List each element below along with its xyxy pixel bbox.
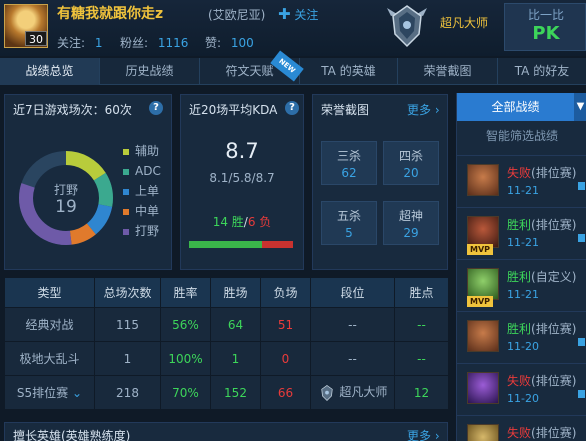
follow-button[interactable]: ✚ 关注 bbox=[278, 5, 318, 23]
champion-icon bbox=[467, 320, 499, 352]
pk-button[interactable]: 比一比 PK bbox=[504, 3, 586, 51]
champion-icon bbox=[467, 372, 499, 404]
legend-item: 打野 bbox=[123, 221, 161, 241]
win-loss-summary: 14 胜/6 负 bbox=[212, 215, 272, 229]
tab-friends[interactable]: TA 的好友 bbox=[498, 58, 586, 85]
table-header-row: 类型 总场次数 胜率 胜场 负场 段位 胜点 bbox=[4, 277, 449, 308]
honor-title: 荣誉截图 bbox=[321, 103, 370, 117]
master-rank-small-icon bbox=[320, 384, 333, 401]
legend-swatch bbox=[123, 168, 129, 175]
recent-games-title: 近7日游戏场次：60次 bbox=[13, 103, 132, 117]
legend-swatch bbox=[123, 208, 129, 215]
rank-cell: 超凡大师 bbox=[310, 375, 395, 410]
heroes-panel-title: 擅长英雄(英雄熟练度) bbox=[13, 429, 131, 441]
honor-panel: 荣誉截图 更多 › 三杀 62 四杀 20 五杀 5 超神 29 bbox=[312, 94, 448, 270]
honor-legendary: 超神 29 bbox=[383, 201, 439, 245]
legend-swatch bbox=[123, 148, 129, 155]
table-row: 极地大乱斗 1 100% 1 0 -- -- bbox=[4, 341, 449, 376]
win-bar-fill bbox=[189, 241, 262, 248]
match-list-sidebar: 全部战绩 ▼ 智能筛选战绩 失败(排位赛) 11-21 MVP 胜利(排位赛) … bbox=[456, 93, 586, 441]
match-item[interactable]: 胜利(排位赛) 11-20 bbox=[457, 311, 586, 363]
match-item[interactable]: 失败(排位赛) bbox=[457, 415, 586, 441]
master-rank-emblem-icon bbox=[387, 5, 427, 48]
win-loss-bar bbox=[189, 241, 293, 248]
chevron-right-icon: › bbox=[431, 429, 440, 441]
detail-icon[interactable] bbox=[578, 390, 585, 398]
column-header: 段位 bbox=[310, 277, 395, 308]
honor-penta-kill: 五杀 5 bbox=[321, 201, 377, 245]
table-row: 经典对战 115 56% 64 51 -- -- bbox=[4, 307, 449, 342]
column-header: 胜场 bbox=[210, 277, 261, 308]
fans-stat: 粉丝: 1116 bbox=[120, 36, 189, 50]
tab-bar: 战绩总览 历史战绩 符文天赋 TA 的英雄 荣誉截图 TA 的好友 NEW bbox=[0, 50, 586, 85]
column-header: 负场 bbox=[260, 277, 311, 308]
ranked-type-cell[interactable]: S5排位赛 ⌄ bbox=[4, 375, 95, 410]
champion-icon bbox=[467, 424, 499, 441]
kda-detail: 8.1/5.8/8.7 bbox=[209, 171, 275, 185]
likes-stat: 赞: 100 bbox=[205, 36, 254, 50]
column-header: 胜点 bbox=[394, 277, 449, 308]
heroes-more-link[interactable]: 更多 › bbox=[407, 427, 440, 441]
kda-title: 近20场平均KDA bbox=[189, 103, 278, 117]
column-header: 胜率 bbox=[160, 277, 211, 308]
follows-stat: 关注: 1 bbox=[57, 36, 103, 50]
champion-icon bbox=[467, 164, 499, 196]
losses-count: 6 负 bbox=[247, 215, 272, 229]
mvp-badge: MVP bbox=[467, 296, 493, 307]
column-header: 总场次数 bbox=[94, 277, 161, 308]
server-name: (艾欧尼亚) bbox=[208, 8, 266, 22]
level-badge: 30 bbox=[25, 31, 47, 46]
profile-header: 30 有糖我就跟你走z (艾欧尼亚) ✚ 关注 关注: 1 粉丝: 1116 赞… bbox=[0, 0, 586, 56]
honor-triple-kill: 三杀 62 bbox=[321, 141, 377, 185]
player-name: 有糖我就跟你走z bbox=[57, 6, 164, 22]
smart-filter-link[interactable]: 智能筛选战绩 bbox=[457, 127, 586, 144]
detail-icon[interactable] bbox=[578, 182, 585, 190]
wins-count: 14 胜 bbox=[212, 215, 244, 229]
match-item[interactable]: 失败(排位赛) 11-21 bbox=[457, 155, 586, 207]
honor-more-link[interactable]: 更多 › bbox=[407, 101, 440, 118]
follow-label: 关注 bbox=[294, 8, 319, 22]
heroes-panel: 擅长英雄(英雄熟练度) 更多 › bbox=[4, 422, 448, 441]
pk-label: PK bbox=[532, 23, 560, 44]
donut-center-value: 19 bbox=[55, 197, 77, 217]
legend-item: ADC bbox=[123, 161, 161, 181]
role-legend: 辅助 ADC 上单 中单 打野 bbox=[123, 141, 161, 241]
honor-quadra-kill: 四杀 20 bbox=[383, 141, 439, 185]
detail-icon[interactable] bbox=[578, 234, 585, 242]
rank-name: 超凡大师 bbox=[440, 16, 489, 30]
all-matches-button[interactable]: 全部战绩 bbox=[457, 93, 574, 121]
kda-value: 8.7 bbox=[225, 139, 259, 163]
plus-icon: ✚ bbox=[278, 5, 291, 23]
legend-swatch bbox=[123, 188, 129, 195]
legend-item: 上单 bbox=[123, 181, 161, 201]
chevron-right-icon: › bbox=[431, 103, 440, 117]
tab-history[interactable]: 历史战绩 bbox=[100, 58, 200, 85]
column-header: 类型 bbox=[4, 277, 95, 308]
match-item[interactable]: 失败(排位赛) 11-20 bbox=[457, 363, 586, 415]
legend-item: 辅助 bbox=[123, 141, 161, 161]
detail-icon[interactable] bbox=[578, 338, 585, 346]
mvp-badge: MVP bbox=[467, 244, 493, 255]
match-item[interactable]: MVP 胜利(排位赛) 11-21 bbox=[457, 207, 586, 259]
chevron-down-icon[interactable]: ⌄ bbox=[68, 386, 82, 400]
tab-honor[interactable]: 荣誉截图 bbox=[398, 58, 498, 85]
help-icon[interactable]: ? bbox=[149, 101, 163, 115]
help-icon[interactable]: ? bbox=[285, 101, 299, 115]
recent-games-panel: 近7日游戏场次：60次 ? 打野 19 辅助 ADC 上单 中单 打野 bbox=[4, 94, 172, 270]
tab-heroes[interactable]: TA 的英雄 bbox=[300, 58, 398, 85]
table-row: S5排位赛 ⌄ 218 70% 152 66 超凡大师 12 bbox=[4, 375, 449, 410]
donut-center-label: 打野 bbox=[53, 183, 78, 197]
tab-overview[interactable]: 战绩总览 bbox=[0, 58, 100, 85]
mode-stats-table: 类型 总场次数 胜率 胜场 负场 段位 胜点 经典对战 115 56% 64 5… bbox=[4, 277, 449, 410]
kda-panel: 近20场平均KDA ? 8.7 8.1/5.8/8.7 14 胜/6 负 bbox=[180, 94, 304, 270]
match-item[interactable]: MVP 胜利(自定义) 11-21 bbox=[457, 259, 586, 311]
chevron-down-icon[interactable]: ▼ bbox=[574, 93, 586, 121]
legend-item: 中单 bbox=[123, 201, 161, 221]
legend-swatch bbox=[123, 228, 129, 235]
pk-title: 比一比 bbox=[527, 8, 564, 22]
